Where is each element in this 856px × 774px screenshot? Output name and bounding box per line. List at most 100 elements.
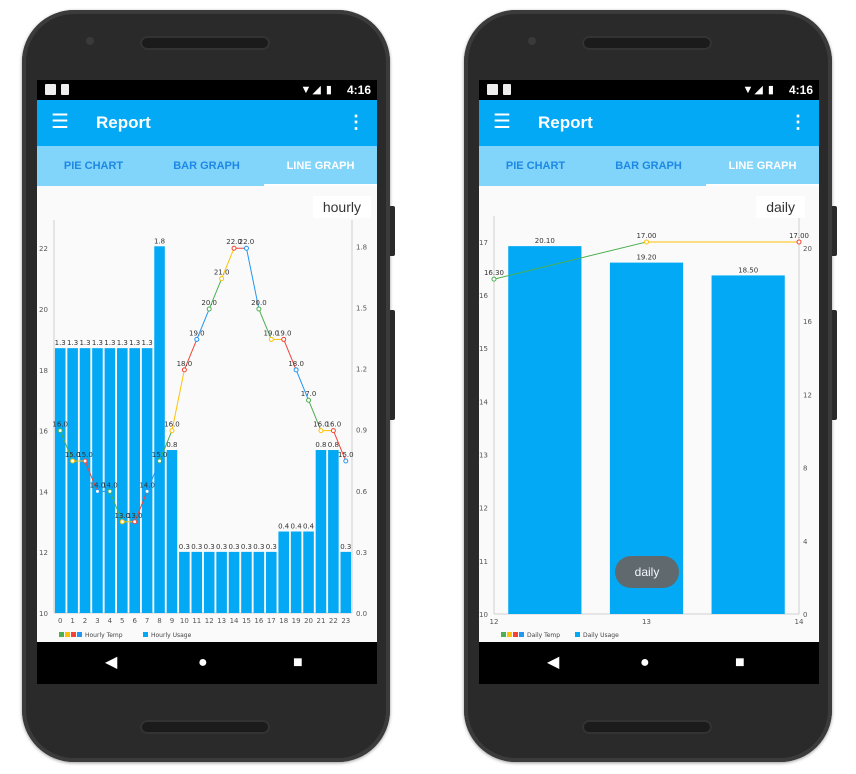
- x-tick-label: 14: [230, 617, 239, 625]
- temp-value-label: 16.0: [326, 421, 342, 429]
- y-right-tick-label: 1.2: [356, 366, 367, 374]
- temp-point: [82, 458, 88, 464]
- back-icon[interactable]: ◀: [547, 654, 559, 672]
- phone-left: ▼◢ ▮ 4:16 ☰ Report ⋮ PIE CHART BAR GRAPH…: [22, 10, 395, 762]
- x-tick-label: 4: [108, 617, 113, 625]
- back-icon[interactable]: ◀: [105, 654, 117, 672]
- navigation-bar: ◀ ● ■: [37, 642, 377, 684]
- temp-value-label: 17.0: [301, 390, 317, 398]
- bar-value-label: 0.8: [166, 441, 177, 449]
- temp-point: [132, 519, 138, 525]
- usage-bar: [328, 450, 339, 613]
- y-left-tick-label: 14: [479, 398, 488, 406]
- y-right-tick-label: 0.6: [356, 488, 368, 496]
- y-left-tick-label: 20: [39, 306, 48, 314]
- more-options-icon[interactable]: ⋮: [789, 112, 807, 132]
- legend-swatch: [59, 632, 64, 637]
- y-right-tick-label: 0.9: [356, 427, 367, 435]
- bottom-speaker: [582, 720, 712, 734]
- tab-bar-graph[interactable]: BAR GRAPH: [150, 146, 263, 186]
- home-icon[interactable]: ●: [640, 654, 650, 672]
- x-tick-label: 14: [795, 618, 804, 626]
- tab-pie-chart[interactable]: PIE CHART: [479, 146, 592, 186]
- bar-value-label: 0.3: [204, 543, 215, 551]
- legend-swatch: [501, 632, 506, 637]
- signal-battery-icon: ▼◢ ▮: [742, 84, 775, 96]
- hamburger-menu-icon[interactable]: ☰: [493, 112, 511, 132]
- temp-point: [57, 428, 63, 434]
- bar-value-label: 1.3: [79, 339, 90, 347]
- bar-value-label: 0.4: [303, 523, 315, 531]
- x-tick-label: 2: [83, 617, 87, 625]
- status-bar: ▼◢ ▮ 4:16: [479, 80, 819, 100]
- hourly-filter-label[interactable]: hourly: [312, 196, 371, 218]
- daily-filter-label[interactable]: daily: [756, 196, 805, 218]
- x-tick-label: 11: [192, 617, 201, 625]
- temp-point: [256, 306, 262, 312]
- bottom-speaker: [140, 720, 270, 734]
- tab-line-graph[interactable]: LINE GRAPH: [264, 146, 377, 186]
- temp-value-label: 14.0: [139, 481, 155, 489]
- y-right-tick-label: 4: [803, 538, 808, 546]
- home-icon[interactable]: ●: [198, 654, 208, 672]
- y-left-tick-label: 22: [39, 245, 48, 253]
- screen: ▼◢ ▮ 4:16 ☰ Report ⋮ PIE CHART BAR GRAPH…: [37, 80, 377, 684]
- y-left-tick-label: 14: [39, 488, 48, 496]
- usage-bar: [179, 551, 190, 613]
- y-right-tick-label: 20: [803, 245, 812, 253]
- y-left-tick-label: 18: [39, 367, 48, 375]
- x-tick-label: 7: [145, 617, 149, 625]
- y-left-tick-label: 13: [479, 452, 488, 460]
- bar-value-label: 18.50: [738, 266, 758, 274]
- x-tick-label: 23: [341, 617, 350, 625]
- bar-value-label: 0.3: [179, 543, 190, 551]
- temp-point: [231, 245, 237, 251]
- usage-bar: [711, 275, 785, 614]
- chart-area: 10 11 12 13 14 15 16 17 0 4 8 12 16 20 20.10 19.20 18.50…: [479, 186, 819, 642]
- bar-value-label: 0.3: [253, 543, 264, 551]
- usage-bar: [154, 246, 165, 614]
- temp-point: [243, 245, 249, 251]
- temp-value-label: 16.0: [164, 421, 180, 429]
- temp-point: [343, 458, 349, 464]
- temp-value-label: 14.0: [102, 481, 118, 489]
- temp-point: [268, 336, 274, 342]
- temp-value-label: 18.0: [288, 360, 304, 368]
- bar-value-label: 0.3: [241, 543, 252, 551]
- temp-point: [318, 428, 324, 434]
- y-left-tick-label: 15: [479, 345, 488, 353]
- temp-value-label: 15.0: [338, 451, 354, 459]
- tab-line-graph[interactable]: LINE GRAPH: [706, 146, 819, 186]
- usage-bar: [241, 551, 252, 613]
- legend-swatch: [65, 632, 70, 637]
- recents-icon[interactable]: ■: [735, 654, 745, 672]
- bar-value-label: 0.3: [228, 543, 239, 551]
- bar-value-label: 1.3: [67, 339, 78, 347]
- x-tick-label: 8: [157, 617, 161, 625]
- bar-value-label: 0.8: [328, 441, 339, 449]
- temp-point: [70, 458, 76, 464]
- signal-battery-icon: ▼◢ ▮: [300, 84, 333, 96]
- page-title: Report: [96, 113, 151, 132]
- app-bar: ☰ Report ⋮: [479, 100, 819, 146]
- recents-icon[interactable]: ■: [293, 654, 303, 672]
- temp-point: [157, 458, 163, 464]
- x-tick-label: 1: [70, 617, 74, 625]
- x-tick-label: 20: [304, 617, 313, 625]
- temp-value-label: 22.0: [239, 238, 255, 246]
- status-time: 4:16: [788, 83, 813, 97]
- bar-value-label: 1.8: [154, 237, 165, 245]
- tab-pie-chart[interactable]: PIE CHART: [37, 146, 150, 186]
- more-options-icon[interactable]: ⋮: [347, 112, 365, 132]
- tab-bar-graph[interactable]: BAR GRAPH: [592, 146, 705, 186]
- hamburger-menu-icon[interactable]: ☰: [51, 112, 69, 132]
- earpiece-speaker: [582, 36, 712, 50]
- x-tick-label: 21: [316, 617, 325, 625]
- usage-bar: [166, 450, 178, 613]
- temp-point: [144, 488, 150, 494]
- x-tick-label: 5: [120, 617, 124, 625]
- x-tick-label: 12: [490, 618, 499, 626]
- phone-right: ▼◢ ▮ 4:16 ☰ Report ⋮ PIE CHART BAR GRAPH…: [464, 10, 837, 762]
- usage-bar: [315, 450, 327, 613]
- legend-swatch: [77, 632, 82, 637]
